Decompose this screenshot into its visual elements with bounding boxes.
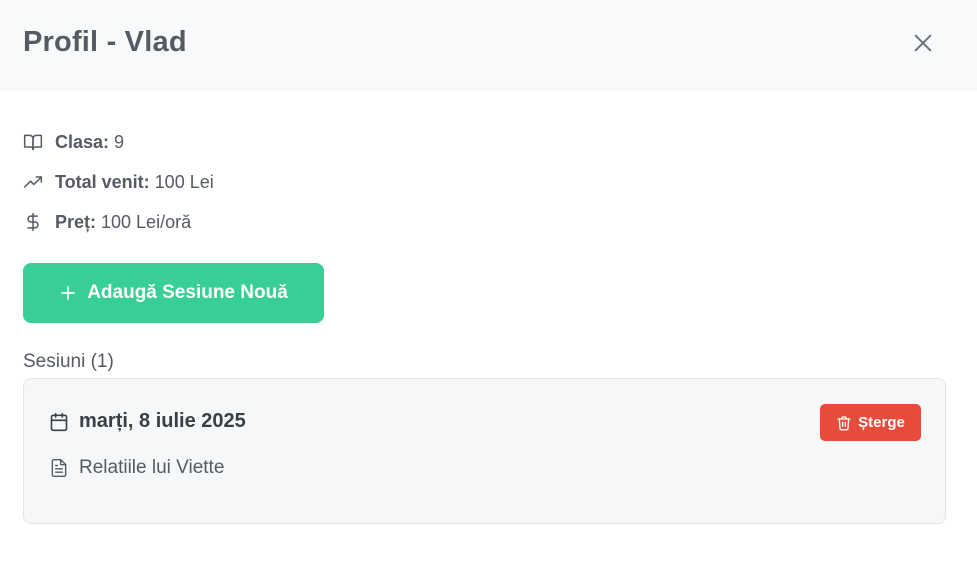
modal-header: Profil - Vlad bbox=[0, 0, 977, 91]
clasa-value: 9 bbox=[114, 131, 125, 152]
delete-session-button[interactable]: Șterge bbox=[820, 404, 921, 441]
calendar-icon bbox=[49, 412, 69, 432]
info-total-venit: Total venit: 100 Lei bbox=[23, 170, 214, 194]
info-clasa: Clasa: 9 bbox=[23, 130, 124, 154]
clasa-label: Clasa: bbox=[55, 131, 110, 152]
book-open-icon bbox=[23, 132, 43, 152]
plus-icon bbox=[59, 284, 77, 302]
session-card: marți, 8 iulie 2025 Relatiile lui Viette… bbox=[23, 378, 946, 524]
session-note: Relatiile lui Viette bbox=[49, 457, 224, 479]
info-pret: Preț: 100 Lei/oră bbox=[23, 210, 191, 234]
pret-label: Preț: bbox=[55, 211, 97, 232]
session-date-text: marți, 8 iulie 2025 bbox=[79, 410, 246, 432]
sessions-heading: Sesiuni (1) bbox=[23, 351, 114, 372]
page-title: Profil - Vlad bbox=[23, 26, 187, 58]
session-date: marți, 8 iulie 2025 bbox=[49, 410, 246, 433]
add-session-button[interactable]: Adaugă Sesiune Nouă bbox=[23, 263, 324, 323]
total-venit-value: 100 Lei bbox=[154, 171, 214, 192]
dollar-icon bbox=[23, 212, 43, 232]
close-button[interactable] bbox=[910, 30, 936, 56]
pret-value: 100 Lei/oră bbox=[101, 211, 192, 232]
trash-icon bbox=[836, 415, 852, 431]
add-session-label: Adaugă Sesiune Nouă bbox=[87, 282, 288, 303]
session-note-text: Relatiile lui Viette bbox=[79, 457, 225, 478]
delete-label: Șterge bbox=[858, 414, 905, 431]
close-icon bbox=[912, 32, 934, 54]
file-text-icon bbox=[49, 458, 69, 478]
trending-up-icon bbox=[23, 172, 43, 192]
total-venit-label: Total venit: bbox=[55, 171, 150, 192]
